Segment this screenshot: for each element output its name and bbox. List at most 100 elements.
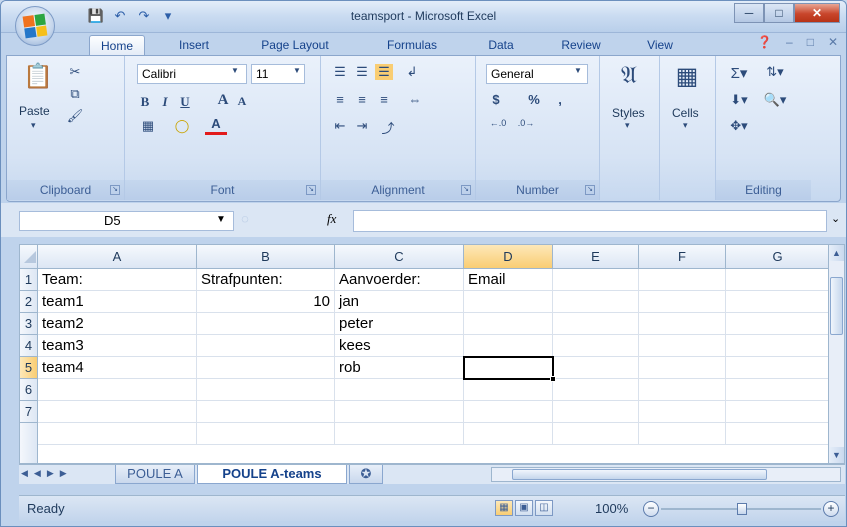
cell-a7[interactable] <box>38 401 197 423</box>
align-right-icon[interactable]: ≡ <box>375 92 393 107</box>
sheet-tab-poule-a[interactable]: POULE A <box>115 465 195 484</box>
expand-formula-bar-icon[interactable]: ⌄ <box>831 212 840 225</box>
column-header-b[interactable]: B <box>197 245 335 269</box>
tab-formulas[interactable]: Formulas <box>375 35 449 55</box>
borders-icon[interactable]: ▦ <box>137 118 159 134</box>
cell-e1[interactable] <box>553 269 639 291</box>
cell-g6[interactable] <box>726 379 828 401</box>
tab-home[interactable]: Home <box>89 35 145 55</box>
cell-e6[interactable] <box>553 379 639 401</box>
number-format-select[interactable]: General <box>486 64 588 84</box>
cell-e5[interactable] <box>553 357 639 379</box>
format-painter-icon[interactable]: 🖌 <box>65 108 85 124</box>
vertical-scroll-thumb[interactable] <box>830 277 843 335</box>
underline-button[interactable]: U <box>177 94 193 110</box>
sheet-nav-arrows-icon[interactable]: ◀◀▶▶ <box>21 468 73 479</box>
name-box-dropdown-icon[interactable]: ▼ <box>216 214 226 225</box>
column-header-d[interactable]: D <box>464 245 553 269</box>
font-launcher-icon[interactable]: ↘ <box>306 185 316 195</box>
cell-c3[interactable]: peter <box>335 313 464 335</box>
number-format-dropdown-icon[interactable]: ▼ <box>574 66 582 75</box>
cell-a5[interactable]: team4 <box>38 357 197 379</box>
find-select-icon[interactable]: 🔍▾ <box>760 92 790 108</box>
workbook-close-icon[interactable]: ✕ <box>828 35 838 49</box>
row-header-5[interactable]: 5 <box>20 357 38 379</box>
percent-button[interactable]: % <box>526 92 542 107</box>
office-button[interactable] <box>15 6 55 46</box>
decrease-indent-icon[interactable]: ⇤ <box>331 118 349 134</box>
cell-g1[interactable] <box>726 269 828 291</box>
cell-b2[interactable]: 10 <box>197 291 335 313</box>
maximize-button[interactable]: □ <box>764 3 794 23</box>
cell-g2[interactable] <box>726 291 828 313</box>
cell-a8[interactable] <box>38 423 197 445</box>
cell-g8[interactable] <box>726 423 828 445</box>
cell-d1[interactable]: Email <box>464 269 553 291</box>
font-color-icon[interactable]: A <box>205 116 227 135</box>
align-middle-icon[interactable]: ☰ <box>353 64 371 80</box>
column-header-f[interactable]: F <box>639 245 726 269</box>
currency-button[interactable]: $ <box>488 92 504 107</box>
cell-g7[interactable] <box>726 401 828 423</box>
font-name-dropdown-icon[interactable]: ▼ <box>231 66 239 75</box>
page-break-view-icon[interactable]: ◫ <box>535 500 553 516</box>
row-header-6[interactable]: 6 <box>20 379 38 401</box>
increase-decimal-icon[interactable]: ←.0 <box>486 118 510 128</box>
cell-g3[interactable] <box>726 313 828 335</box>
cell-f4[interactable] <box>639 335 726 357</box>
zoom-slider[interactable]: − + <box>643 501 839 517</box>
scroll-up-icon[interactable]: ▲ <box>829 245 844 261</box>
fill-icon[interactable]: ⬇▾ <box>724 92 754 108</box>
cell-a1[interactable]: Team: <box>38 269 197 291</box>
column-header-g[interactable]: G <box>726 245 828 269</box>
font-size-dropdown-icon[interactable]: ▼ <box>293 66 301 75</box>
row-header-1[interactable]: 1 <box>20 269 38 291</box>
cell-e2[interactable] <box>553 291 639 313</box>
insert-sheet-icon[interactable]: ✪ <box>349 465 383 484</box>
cell-f3[interactable] <box>639 313 726 335</box>
sheet-tab-poule-a-teams[interactable]: POULE A-teams <box>197 465 347 484</box>
cell-d3[interactable] <box>464 313 553 335</box>
name-box[interactable]: D5 <box>19 211 234 231</box>
cell-a3[interactable]: team2 <box>38 313 197 335</box>
comma-button[interactable]: , <box>552 92 568 107</box>
cell-g5[interactable] <box>726 357 828 379</box>
zoom-slider-knob[interactable] <box>737 503 747 515</box>
fill-color-icon[interactable]: ◯ <box>171 118 193 134</box>
worksheet-grid[interactable]: A B C D E F G 1 2 3 4 5 6 7 Team: Strafpu… <box>19 244 829 464</box>
cell-d7[interactable] <box>464 401 553 423</box>
clipboard-launcher-icon[interactable]: ↘ <box>110 185 120 195</box>
cell-c1[interactable]: Aanvoerder: <box>335 269 464 291</box>
insert-function-button[interactable]: fx <box>327 211 336 227</box>
styles-button[interactable]: Styles <box>612 106 645 120</box>
row-header-8[interactable] <box>20 423 38 463</box>
cell-b1[interactable]: Strafpunten: <box>197 269 335 291</box>
cut-icon[interactable]: ✂ <box>65 64 85 80</box>
paste-button[interactable]: Paste <box>19 104 50 118</box>
cell-f2[interactable] <box>639 291 726 313</box>
cell-e8[interactable] <box>553 423 639 445</box>
zoom-level[interactable]: 100% <box>595 501 628 516</box>
help-icon[interactable]: ❓ <box>757 35 772 49</box>
workbook-restore-icon[interactable]: □ <box>807 35 814 49</box>
bold-button[interactable]: B <box>137 94 153 110</box>
row-header-7[interactable]: 7 <box>20 401 38 423</box>
paste-icon[interactable]: 📋 <box>21 62 55 91</box>
cell-e4[interactable] <box>553 335 639 357</box>
cell-b8[interactable] <box>197 423 335 445</box>
cell-b3[interactable] <box>197 313 335 335</box>
styles-icon[interactable]: 𝔄 <box>614 62 644 90</box>
zoom-out-icon[interactable]: − <box>643 501 659 517</box>
cells-button[interactable]: Cells <box>672 106 699 120</box>
page-layout-view-icon[interactable]: ▣ <box>515 500 533 516</box>
align-center-icon[interactable]: ≡ <box>353 92 371 107</box>
column-header-e[interactable]: E <box>553 245 639 269</box>
row-header-3[interactable]: 3 <box>20 313 38 335</box>
cell-c5[interactable]: rob <box>335 357 464 379</box>
decrease-decimal-icon[interactable]: .0→ <box>514 118 538 128</box>
alignment-launcher-icon[interactable]: ↘ <box>461 185 471 195</box>
cell-f6[interactable] <box>639 379 726 401</box>
cell-c4[interactable]: kees <box>335 335 464 357</box>
shrink-font-button[interactable]: A <box>235 94 249 109</box>
normal-view-icon[interactable]: ▦ <box>495 500 513 516</box>
